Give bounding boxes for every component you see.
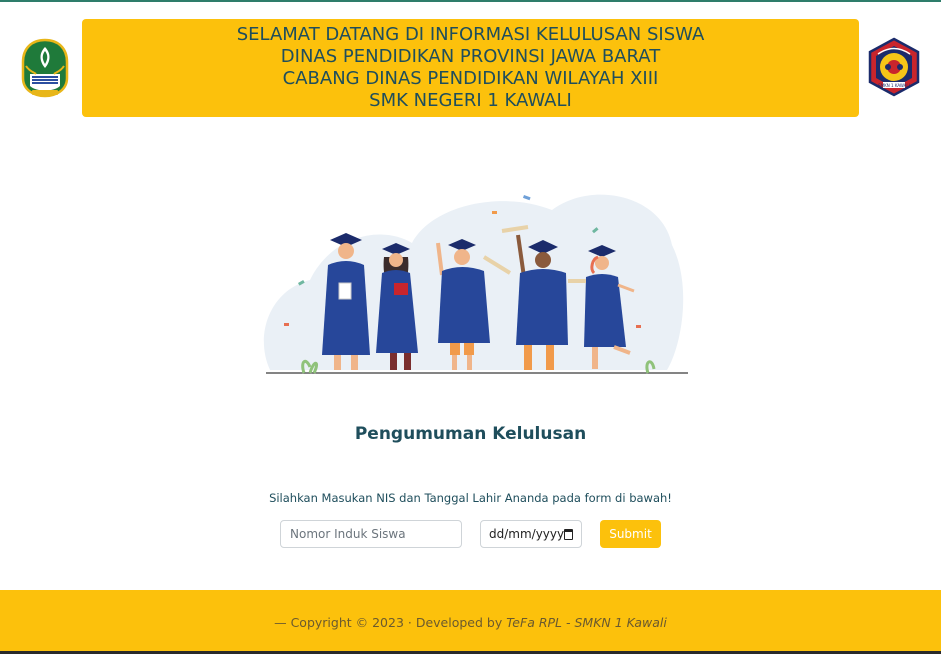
graduation-illustration bbox=[263, 194, 688, 374]
banner-line-3: CABANG DINAS PENDIDIKAN WILAYAH XIII bbox=[282, 68, 659, 89]
page-header: SELAMAT DATANG DI INFORMASI KELULUSAN SI… bbox=[0, 0, 941, 130]
banner-line-1: SELAMAT DATANG DI INFORMASI KELULUSAN SI… bbox=[236, 24, 705, 45]
birth-date-input[interactable]: dd/mm/yyyy bbox=[480, 520, 582, 548]
banner-line-4: SMK NEGERI 1 KAWALI bbox=[369, 90, 572, 111]
form-instruction: Silahkan Masukan NIS dan Tanggal Lahir A… bbox=[269, 491, 672, 505]
submit-button[interactable]: Submit bbox=[600, 520, 661, 548]
developer-credit: TeFa RPL - SMKN 1 Kawali bbox=[506, 614, 667, 630]
copyright-text: — Copyright © 2023 · Developed by bbox=[274, 614, 503, 630]
page-title: Pengumuman Kelulusan bbox=[354, 424, 587, 444]
west-java-emblem-icon bbox=[21, 38, 69, 98]
calendar-icon[interactable] bbox=[564, 528, 573, 540]
page-footer: — Copyright © 2023 · Developed by TeFa R… bbox=[0, 590, 941, 654]
banner-line-2: DINAS PENDIDIKAN PROVINSI JAWA BARAT bbox=[280, 46, 661, 67]
welcome-banner: SELAMAT DATANG DI INFORMASI KELULUSAN SI… bbox=[82, 19, 859, 117]
nis-input[interactable] bbox=[280, 520, 462, 548]
date-format-text: dd/mm/yyyy bbox=[489, 527, 565, 541]
svg-text:SMKN 1 KAWALI: SMKN 1 KAWALI bbox=[878, 83, 910, 88]
school-emblem-icon: SMKN 1 KAWALI bbox=[868, 37, 920, 97]
